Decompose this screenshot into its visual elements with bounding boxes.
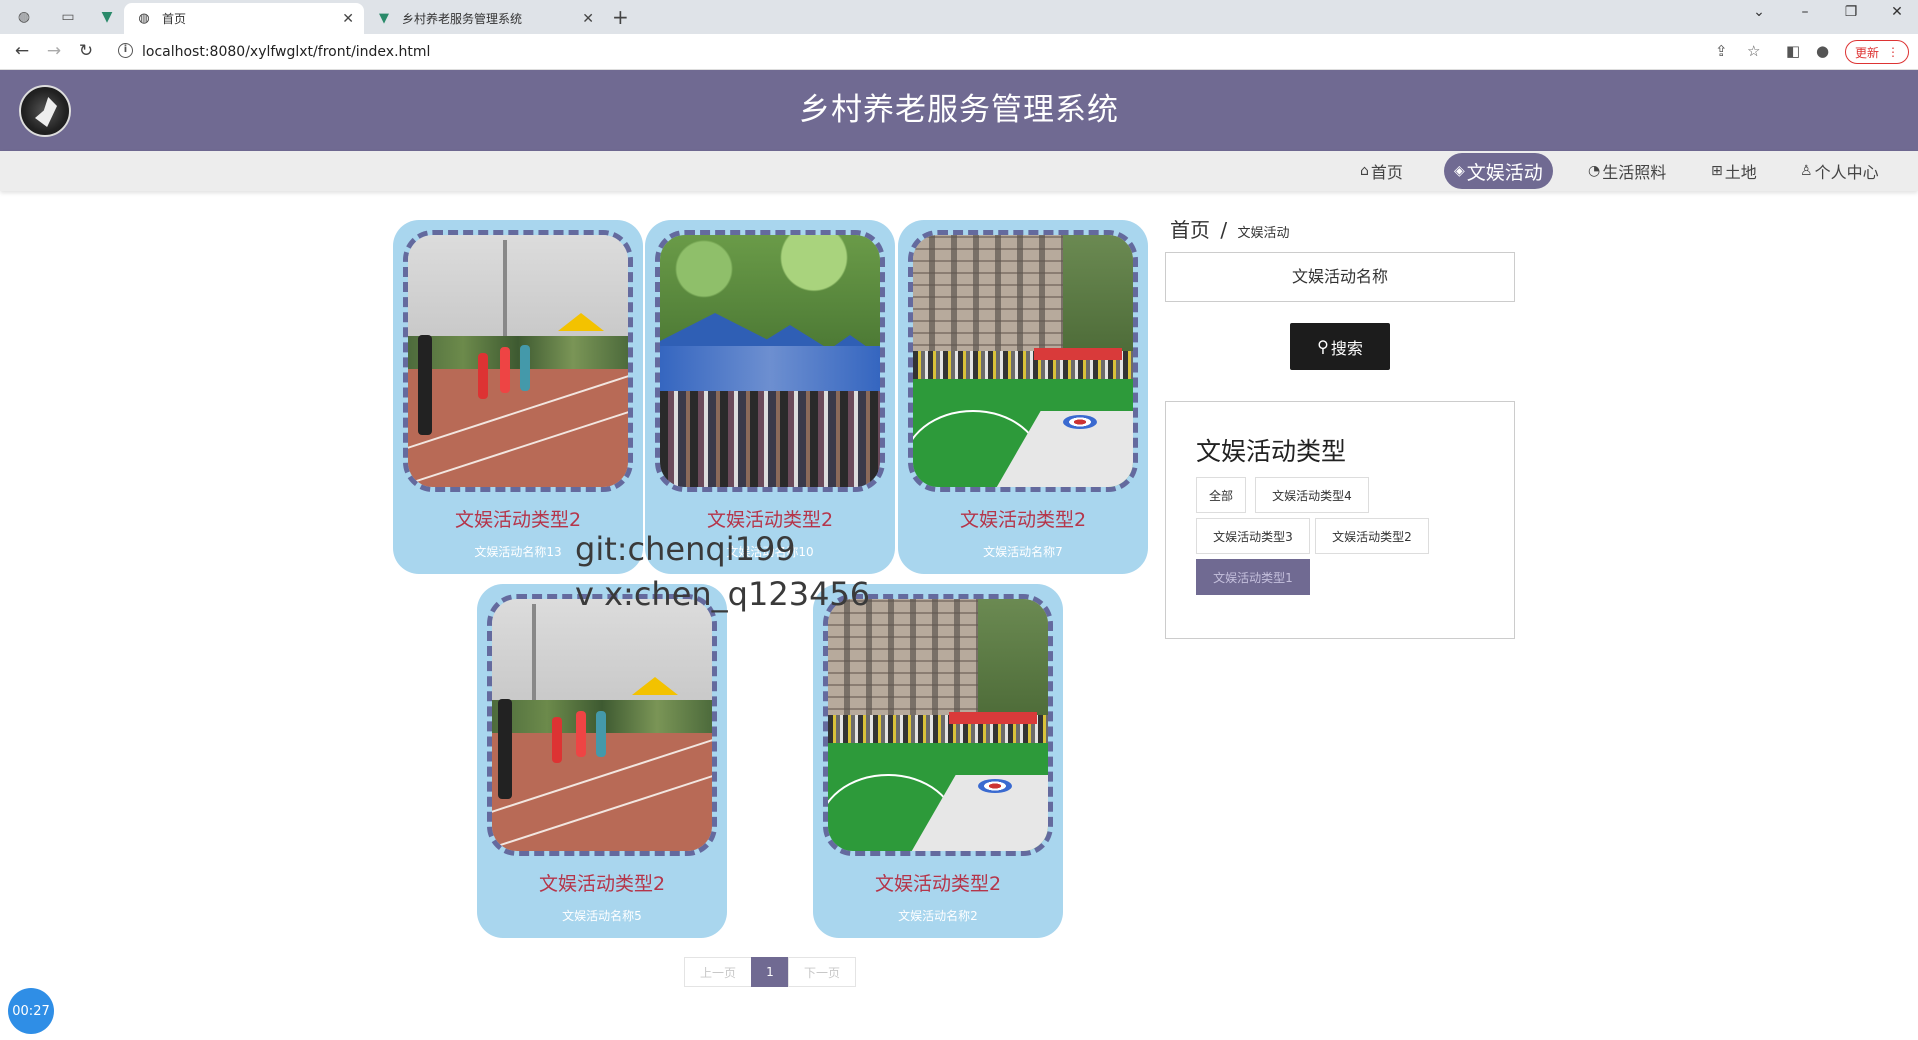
browser-tab-bar: ◍ ▭ ▼ ◍ 首页 ✕ ▼ 乡村养老服务管理系统 ✕ + ⌄ – ❐ ✕ bbox=[0, 0, 1918, 34]
breadcrumb-current: 文娱活动 bbox=[1237, 226, 1290, 241]
close-window-button[interactable]: ✕ bbox=[1882, 4, 1912, 20]
reload-icon[interactable]: ↻ bbox=[74, 41, 98, 61]
vue-icon: ▼ bbox=[101, 9, 113, 25]
search-icon: ⚲ bbox=[1317, 337, 1329, 356]
card-title: 文娱活动类型2 bbox=[454, 509, 582, 531]
search-button-label: 搜索 bbox=[1330, 338, 1363, 358]
panel-title: 文娱活动类型 bbox=[1196, 437, 1347, 466]
nav-label: 首页 bbox=[1370, 163, 1403, 182]
type-tag[interactable]: 文娱活动类型4 bbox=[1255, 477, 1369, 513]
prev-page-button[interactable]: 上一页 bbox=[684, 957, 752, 987]
tab-label: 乡村养老服务管理系统 bbox=[402, 12, 523, 26]
card-subtitle: 文娱活动名称5 bbox=[562, 909, 642, 923]
layers-icon: ◈ bbox=[1454, 163, 1465, 179]
nav-label: 土地 bbox=[1724, 163, 1757, 182]
activity-card[interactable]: 文娱活动类型2 文娱活动名称13 bbox=[393, 220, 643, 574]
activity-image[interactable] bbox=[908, 230, 1138, 492]
nav-item-profile[interactable]: ♙ 个人中心 bbox=[1800, 151, 1879, 191]
home-icon: ⌂ bbox=[1360, 163, 1369, 179]
star-icon[interactable]: ☆ bbox=[1747, 42, 1760, 60]
globe-icon: ◍ bbox=[17, 9, 31, 25]
nav-label: 个人中心 bbox=[1814, 163, 1879, 182]
info-icon[interactable]: i bbox=[118, 43, 133, 58]
activity-card[interactable]: 文娱活动类型2 文娱活动名称5 bbox=[477, 584, 727, 938]
type-tag[interactable]: 文娱活动类型2 bbox=[1315, 518, 1429, 554]
breadcrumb-home[interactable]: 首页 bbox=[1170, 218, 1210, 242]
update-label: 更新 bbox=[1854, 45, 1879, 60]
share-icon[interactable]: ⇪ bbox=[1715, 42, 1728, 60]
nav-item-entertainment[interactable]: ◈ 文娱活动 bbox=[1444, 153, 1553, 189]
nav-label: 文娱活动 bbox=[1466, 161, 1543, 184]
folder-icon: ▭ bbox=[61, 9, 75, 25]
activity-image[interactable] bbox=[823, 594, 1053, 856]
watermark-text: v x:chen_q123456 bbox=[575, 575, 871, 613]
breadcrumb: 首页 / 文娱活动 bbox=[1170, 214, 1289, 243]
nav-item-home[interactable]: ⌂ 首页 bbox=[1360, 151, 1403, 191]
card-title: 文娱活动类型2 bbox=[706, 509, 834, 531]
card-subtitle: 文娱活动名称7 bbox=[983, 545, 1063, 559]
main-nav: ⌂ 首页 ◈ 文娱活动 ◔ 生活照料 ⊞ 土地 ♙ 个人中心 bbox=[0, 151, 1918, 191]
update-button[interactable]: 更新 ⋮ bbox=[1845, 40, 1909, 64]
type-tag[interactable]: 文娱活动类型3 bbox=[1196, 518, 1310, 554]
profile-icon[interactable]: ● bbox=[1816, 42, 1829, 60]
activity-type-panel: 文娱活动类型 全部 文娱活动类型4 文娱活动类型3 文娱活动类型2 文娱活动类型… bbox=[1165, 401, 1515, 639]
url-field[interactable]: i localhost:8080/xylfwglxt/front/index.h… bbox=[108, 38, 1908, 66]
more-icon: ⋮ bbox=[1887, 45, 1899, 59]
tab-search-icon[interactable]: ⌄ bbox=[1744, 4, 1774, 20]
user-icon: ♙ bbox=[1800, 163, 1813, 179]
card-title: 文娱活动类型2 bbox=[874, 873, 1002, 895]
breadcrumb-separator: / bbox=[1220, 218, 1228, 242]
site-header: 乡村养老服务管理系统 bbox=[0, 70, 1918, 151]
browser-tab-home[interactable]: ◍ 首页 ✕ bbox=[124, 3, 364, 34]
browser-tab-system[interactable]: ▼ 乡村养老服务管理系统 ✕ bbox=[364, 3, 604, 34]
activity-image[interactable] bbox=[487, 594, 717, 856]
nav-label: 生活照料 bbox=[1602, 163, 1667, 182]
nav-item-life-care[interactable]: ◔ 生活照料 bbox=[1588, 151, 1666, 191]
next-page-button[interactable]: 下一页 bbox=[788, 957, 856, 987]
minimize-button[interactable]: – bbox=[1790, 4, 1820, 20]
side-panel-icon[interactable]: ◧ bbox=[1786, 42, 1800, 60]
nav-item-land[interactable]: ⊞ 土地 bbox=[1711, 151, 1757, 191]
activity-image[interactable] bbox=[655, 230, 885, 492]
close-icon[interactable]: ✕ bbox=[342, 11, 354, 27]
activity-card[interactable]: 文娱活动类型2 文娱活动名称2 bbox=[813, 584, 1063, 938]
recording-timer[interactable]: 00:27 bbox=[8, 988, 54, 1034]
new-tab-button[interactable]: + bbox=[612, 5, 629, 29]
search-button[interactable]: ⚲ 搜索 bbox=[1290, 323, 1390, 370]
activity-card[interactable]: 文娱活动类型2 文娱活动名称7 bbox=[898, 220, 1148, 574]
forward-arrow-icon[interactable]: → bbox=[42, 41, 66, 61]
site-title: 乡村养老服务管理系统 bbox=[799, 92, 1119, 128]
restore-button[interactable]: ❐ bbox=[1836, 4, 1866, 20]
activity-card[interactable]: 文娱活动类型2 文娱活动名称10 bbox=[645, 220, 895, 574]
back-arrow-icon[interactable]: ← bbox=[10, 41, 34, 61]
address-bar: ← → ↻ i localhost:8080/xylfwglxt/front/i… bbox=[0, 34, 1918, 70]
watermark-text: git:chenqi199 bbox=[575, 530, 796, 568]
close-icon[interactable]: ✕ bbox=[582, 11, 594, 27]
page-number-current[interactable]: 1 bbox=[751, 957, 789, 987]
globe-icon: ◍ bbox=[138, 11, 150, 26]
tab-label: 首页 bbox=[162, 12, 187, 26]
search-input[interactable]: 文娱活动名称 bbox=[1165, 252, 1515, 302]
card-title: 文娱活动类型2 bbox=[538, 873, 666, 895]
pinned-tab[interactable]: ▼ bbox=[93, 4, 121, 30]
url-text: localhost:8080/xylfwglxt/front/index.htm… bbox=[142, 44, 431, 60]
grid-icon: ⊞ bbox=[1711, 163, 1723, 179]
vue-icon: ▼ bbox=[379, 11, 389, 26]
card-subtitle: 文娱活动名称2 bbox=[898, 909, 978, 923]
card-title: 文娱活动类型2 bbox=[959, 509, 1087, 531]
site-logo[interactable] bbox=[19, 85, 71, 137]
pinned-tab[interactable]: ▭ bbox=[54, 4, 82, 30]
type-tag-all[interactable]: 全部 bbox=[1196, 477, 1246, 513]
activity-image[interactable] bbox=[403, 230, 633, 492]
type-tag-selected[interactable]: 文娱活动类型1 bbox=[1196, 559, 1310, 595]
palette-icon: ◔ bbox=[1588, 163, 1601, 179]
pinned-tab[interactable]: ◍ bbox=[10, 4, 38, 30]
